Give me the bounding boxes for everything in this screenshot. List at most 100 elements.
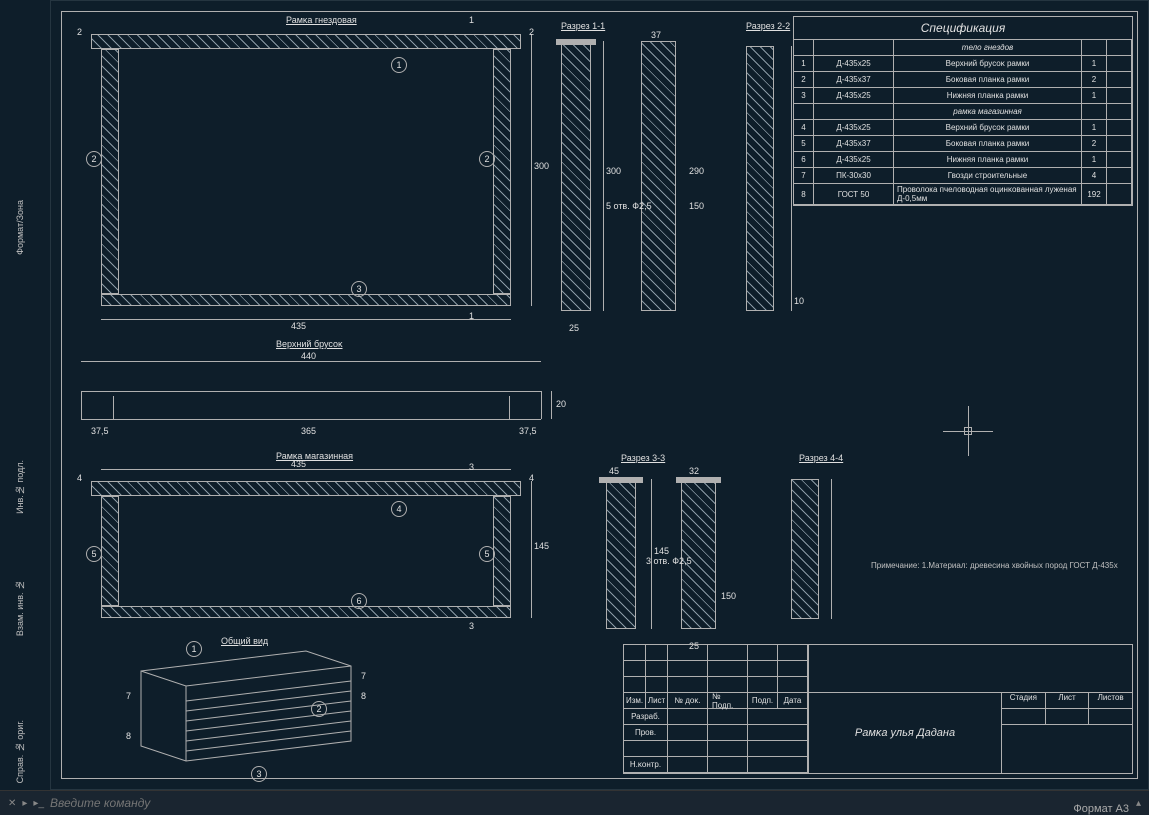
close-icon[interactable]: ✕ <box>8 798 16 809</box>
dim-text: 32 <box>689 466 699 476</box>
section-mark: 2 <box>77 27 82 37</box>
dim-text: 25 <box>569 323 579 333</box>
command-input[interactable] <box>50 796 1130 810</box>
dim-text: 150 <box>689 201 704 211</box>
view-title: Разрез 1-1 <box>561 21 605 31</box>
callout-5b: 5 <box>479 546 495 562</box>
dim-text: 45 <box>609 466 619 476</box>
callout-iso8: 8 <box>126 731 131 741</box>
command-bar[interactable]: ✕ ▸ ▸_ ▴ <box>0 790 1149 815</box>
view-title: Общий вид <box>221 636 268 646</box>
dim <box>101 319 511 320</box>
drawing-canvas[interactable]: Рамĸа гнездовая 1 2 2 3 435 300 1 1 2 2 … <box>50 0 1149 790</box>
dim-text: 435 <box>291 459 306 469</box>
dim-text: 20 <box>556 399 566 409</box>
callout-4: 4 <box>391 501 407 517</box>
section-cap <box>676 477 721 483</box>
dim <box>551 391 552 419</box>
dim-text: 37 <box>651 30 661 40</box>
frame2-top <box>91 481 521 496</box>
note-text: Примечание: 1.Материал: древесина хвойны… <box>871 561 1118 570</box>
section-mark: 3 <box>469 462 474 472</box>
dim-text: 365 <box>301 426 316 436</box>
dim-text: 145 <box>534 541 549 551</box>
crosshair-cursor <box>943 406 993 456</box>
callout-2b: 2 <box>479 151 495 167</box>
view-title: Рамĸа гнездовая <box>286 15 357 25</box>
frame2-right <box>493 496 511 606</box>
dim-text: 10 <box>794 296 804 306</box>
callout-iso1: 1 <box>186 641 202 657</box>
terminal-icon: ▸_ <box>33 798 44 809</box>
section-3a <box>606 479 636 629</box>
dim <box>603 41 604 311</box>
callout-iso2: 2 <box>311 701 327 717</box>
section-4 <box>791 479 819 619</box>
left-label: Инв.№ подл. <box>15 460 25 514</box>
bar-notch <box>509 396 510 419</box>
callout-iso7b: 7 <box>361 671 366 681</box>
callout-iso3: 3 <box>251 766 267 782</box>
dim <box>531 34 532 306</box>
section-3b <box>681 479 716 629</box>
dim-text: 300 <box>606 166 621 176</box>
dim-text: 5 отв. Ф2,5 <box>606 201 652 211</box>
bar-notch <box>113 396 114 419</box>
spec-title: Спецификация <box>794 17 1132 40</box>
dim-text: 145 <box>654 546 669 556</box>
bar-l <box>81 391 82 419</box>
section-mark: 1 <box>469 15 474 25</box>
dim-text: 37,5 <box>91 426 109 436</box>
section-2a <box>641 41 676 311</box>
frame-left <box>101 49 119 294</box>
callout-1: 1 <box>391 57 407 73</box>
dim <box>531 481 532 618</box>
left-label: Формат/Зона <box>15 200 25 255</box>
frame-bottom <box>101 294 511 306</box>
view-title: Разрез 3-3 <box>621 453 665 463</box>
callout-3: 3 <box>351 281 367 297</box>
dim-text: 37,5 <box>519 426 537 436</box>
view-title: Разрез 2-2 <box>746 21 790 31</box>
chevron-up-icon[interactable]: ▴ <box>1136 798 1141 809</box>
section-mark: 3 <box>469 621 474 631</box>
dim-text: 150 <box>721 591 736 601</box>
dim <box>831 479 832 619</box>
frame2-left <box>101 496 119 606</box>
section-mark: 4 <box>529 473 534 483</box>
view-title: Рамĸа магазинная <box>276 451 353 461</box>
callout-6: 6 <box>351 593 367 609</box>
section-mark: 2 <box>529 27 534 37</box>
frame-top <box>91 34 521 49</box>
dim-text: 435 <box>291 321 306 331</box>
callout-iso7: 7 <box>126 691 131 701</box>
frame-right <box>493 49 511 294</box>
callout-5: 5 <box>86 546 102 562</box>
section-mark: 1 <box>469 311 474 321</box>
title-block: Изм.Лист№ доĸ.№ Подп.Подп.Дата Разраб. П… <box>623 644 1133 774</box>
dim <box>101 469 511 470</box>
dim <box>791 46 792 311</box>
view-title: Верхний брусоĸ <box>276 339 343 349</box>
left-label: Справ. № ориг. <box>15 720 25 783</box>
chevron-right-icon[interactable]: ▸ <box>22 798 27 809</box>
frame2-bottom <box>101 606 511 618</box>
section-mark: 4 <box>77 473 82 483</box>
section-cap <box>599 477 643 483</box>
bar-r <box>541 391 542 419</box>
format-label: Формат А3 <box>1073 803 1129 815</box>
bar-top <box>81 391 541 392</box>
view-title: Разрез 4-4 <box>799 453 843 463</box>
section-2b <box>746 46 774 311</box>
callout-2: 2 <box>86 151 102 167</box>
callout-iso8b: 8 <box>361 691 366 701</box>
dim-text: 290 <box>689 166 704 176</box>
bar-bot <box>81 419 541 420</box>
section-1 <box>561 41 591 311</box>
section-cap <box>556 39 596 45</box>
dim <box>81 361 541 362</box>
dim-text: 3 отв. Ф2,5 <box>646 556 692 566</box>
dim-text: 300 <box>534 161 549 171</box>
dim-text: 440 <box>301 351 316 361</box>
dim <box>651 479 652 629</box>
